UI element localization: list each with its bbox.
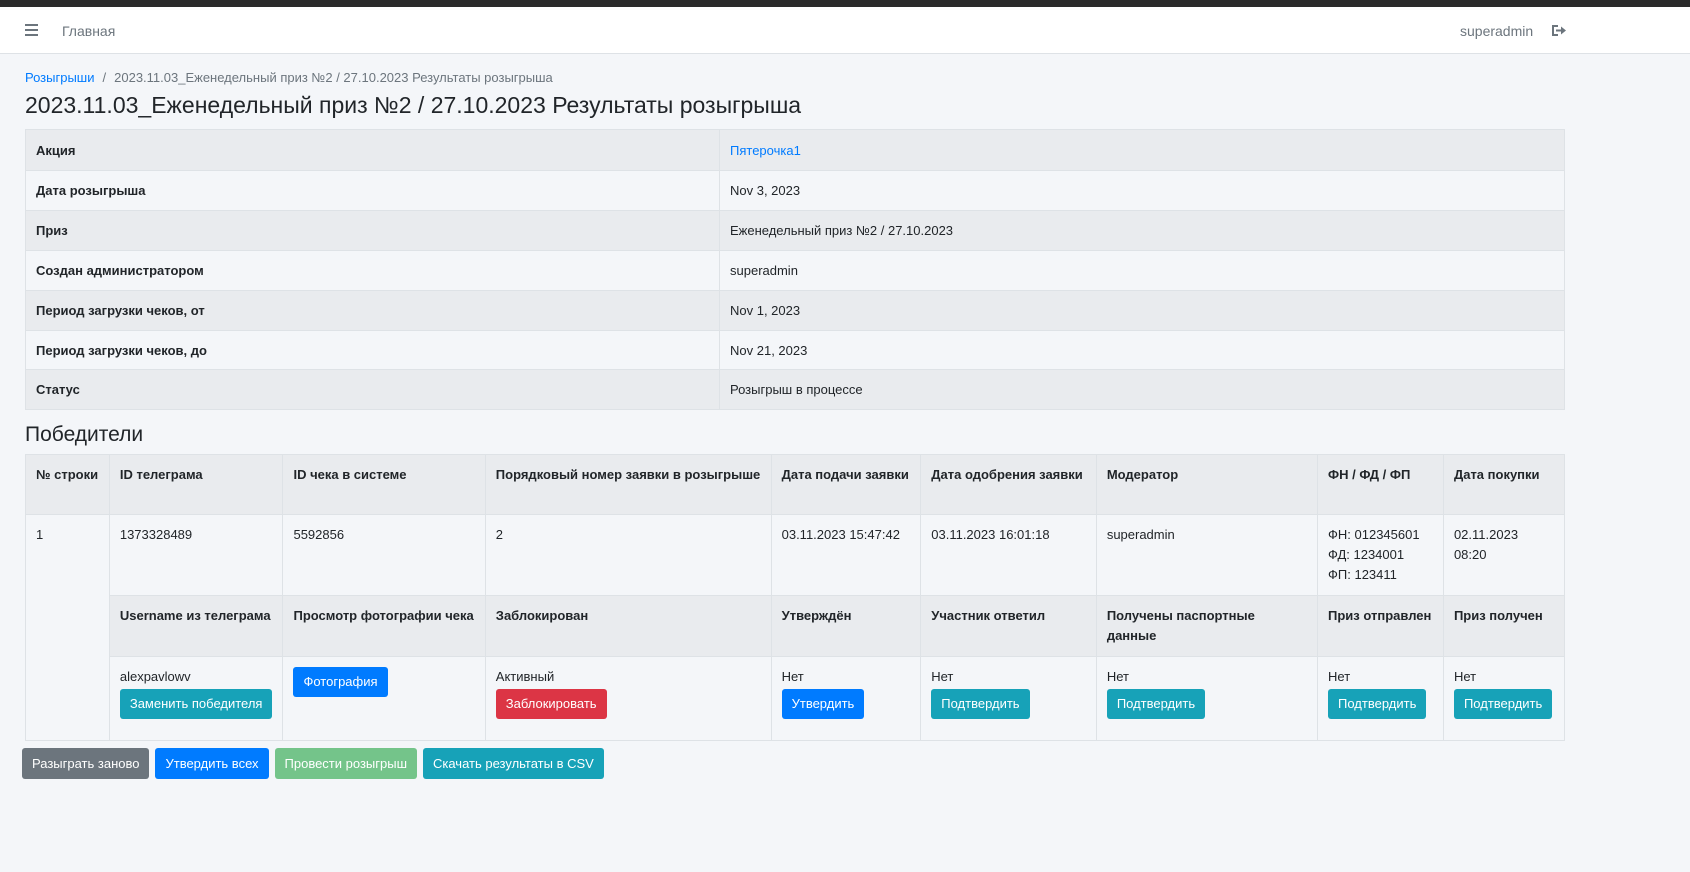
winner-fiscal: ФН: 012345601 ФД: 1234001 ФП: 123411 (1317, 514, 1444, 596)
info-row-period-to: Период загрузки чеков, до Nov 21, 2023 (25, 330, 1565, 370)
bottom-actions: Разыграть заново Утвердить всех Провести… (22, 748, 604, 779)
info-key: Статус (25, 369, 720, 410)
info-value: Еженедельный приз №2 / 27.10.2023 (719, 210, 1565, 251)
replied-value: Нет (931, 669, 954, 684)
info-value: Nov 1, 2023 (719, 290, 1565, 331)
winner-approved-cell: Нет Утвердить (770, 656, 922, 741)
breadcrumb-separator: / (102, 70, 107, 85)
col-header-approved: Утверждён (770, 595, 922, 657)
page-title: 2023.11.03_Еженедельный приз №2 / 27.10.… (25, 92, 802, 118)
col-header-blocked: Заблокирован (484, 595, 772, 657)
top-navbar: Главная superadmin (0, 7, 1690, 54)
approved-value: Нет (781, 669, 804, 684)
winner-replied-cell: Нет Подтвердить (920, 656, 1097, 741)
approve-all-button[interactable]: Утвердить всех (155, 748, 269, 779)
info-row-promo: Акция Пятерочка1 (25, 129, 1565, 171)
nav-username: superadmin (1460, 23, 1534, 39)
redraw-button[interactable]: Разыграть заново (22, 748, 150, 779)
info-key: Создан администратором (25, 250, 720, 291)
info-key: Дата розыгрыша (25, 170, 720, 211)
confirm-prize-received-button[interactable]: Подтвердить (1453, 689, 1553, 719)
col-header-submit-date: Дата подачи заявки (770, 454, 922, 515)
col-header-moderator: Модератор (1095, 454, 1319, 515)
winner-submit-date: 03.11.2023 15:47:42 (770, 514, 922, 596)
col-header-order-num: Порядковый номер заявки в розыгрыше (484, 454, 772, 515)
nav-home-link[interactable]: Главная (62, 23, 115, 39)
winner-row-num: 1 (25, 514, 110, 741)
info-row-draw-date: Дата розыгрыша Nov 3, 2023 (25, 170, 1565, 211)
breadcrumb: Розыгрыши / 2023.11.03_Еженедельный приз №… (25, 70, 553, 85)
winner-purchase-date: 02.11.2023 08:20 (1442, 514, 1566, 596)
winner-approve-date: 03.11.2023 16:01:18 (920, 514, 1097, 596)
block-button[interactable]: Заблокировать (495, 689, 607, 719)
col-header-purchase-date: Дата покупки (1442, 454, 1566, 515)
winner-check-id: 5592856 (282, 514, 486, 596)
confirm-replied-button[interactable]: Подтвердить (931, 689, 1030, 719)
window-top-strip (0, 0, 1690, 7)
info-row-status: Статус Розыгрыш в процессе (25, 369, 1565, 410)
col-header-photo: Просмотр фотографии чека (282, 595, 486, 657)
col-header-fiscal: ФН / ФД / ФП (1317, 454, 1444, 515)
download-csv-button[interactable]: Скачать результаты в CSV (423, 748, 604, 779)
approve-button[interactable]: Утвердить (781, 689, 865, 719)
col-header-replied: Участник ответил (920, 595, 1097, 657)
confirm-prize-sent-button[interactable]: Подтвердить (1328, 689, 1427, 719)
winner-prize-received-cell: Нет Подтвердить (1442, 656, 1566, 741)
info-row-period-from: Период загрузки чеков, от Nov 1, 2023 (25, 290, 1565, 331)
info-key: Период загрузки чеков, до (25, 330, 720, 370)
winner-moderator: superadmin (1095, 514, 1319, 596)
winner-fn: ФН: 012345601 (1328, 527, 1420, 542)
promo-link[interactable]: Пятерочка1 (730, 143, 801, 158)
confirm-passport-button[interactable]: Подтвердить (1106, 689, 1206, 719)
col-header-approve-date: Дата одобрения заявки (920, 454, 1097, 515)
col-header-passport: Получены паспортные данные (1095, 595, 1319, 657)
col-header-username: Username из телеграма (108, 595, 284, 657)
winner-photo-cell: Фотография (282, 656, 486, 741)
info-value: Пятерочка1 (719, 129, 1565, 171)
winner-fp: ФП: 123411 (1328, 567, 1397, 582)
col-header-telegram-id: ID телеграма (108, 454, 284, 515)
photo-button[interactable]: Фотография (293, 667, 388, 697)
hamburger-icon[interactable] (25, 24, 38, 36)
info-row-created-by: Создан администратором superadmin (25, 250, 1565, 291)
winner-status-row: alexpavlowv Заменить победителя Фотограф… (26, 656, 1566, 741)
winners-section-title: Победители (25, 423, 144, 446)
breadcrumb-current: 2023.11.03_Еженедельный приз №2 / 27.10.… (114, 70, 553, 85)
draw-info-table: Акция Пятерочка1 Дата розыгрыша Nov 3, 2… (25, 129, 1565, 410)
winner-username-cell: alexpavlowv Заменить победителя (108, 656, 284, 741)
winner-blocked-cell: Активный Заблокировать (484, 656, 772, 741)
info-value: Nov 3, 2023 (719, 170, 1565, 211)
breadcrumb-root-link[interactable]: Розыгрыши (25, 70, 95, 85)
col-header-prize-received: Приз получен (1442, 595, 1566, 657)
info-value: superadmin (719, 250, 1565, 291)
winners-subheader-row: Username из телеграма Просмотр фотографи… (26, 595, 1566, 657)
winner-row: 1 1373328489 5592856 2 03.11.2023 15:47:… (25, 514, 1566, 741)
winners-table: № строки ID телеграма ID чека в системе … (25, 454, 1566, 741)
info-key: Приз (25, 210, 720, 251)
info-row-prize: Приз Еженедельный приз №2 / 27.10.2023 (25, 210, 1565, 251)
passport-value: Нет (1106, 669, 1129, 684)
logout-icon[interactable] (1552, 24, 1566, 37)
col-header-row-num: № строки (25, 454, 110, 515)
prize-sent-value: Нет (1328, 669, 1351, 684)
info-key: Акция (25, 129, 720, 171)
winner-telegram-id: 1373328489 (108, 514, 284, 596)
info-value: Розыгрыш в процессе (719, 369, 1565, 410)
winner-passport-cell: Нет Подтвердить (1095, 656, 1319, 741)
info-key: Период загрузки чеков, от (25, 290, 720, 331)
col-header-check-id: ID чека в системе (282, 454, 486, 515)
winner-username: alexpavlowv (119, 669, 191, 684)
run-draw-button[interactable]: Провести розыгрыш (274, 748, 417, 779)
info-value: Nov 21, 2023 (719, 330, 1565, 370)
winner-order-num: 2 (484, 514, 772, 596)
winner-prize-sent-cell: Нет Подтвердить (1317, 656, 1444, 741)
col-header-prize-sent: Приз отправлен (1317, 595, 1444, 657)
replace-winner-button[interactable]: Заменить победителя (119, 689, 273, 719)
prize-received-value: Нет (1453, 669, 1477, 684)
winners-header-row: № строки ID телеграма ID чека в системе … (25, 454, 1566, 515)
winner-fd: ФД: 1234001 (1328, 547, 1405, 562)
blocked-status: Активный (495, 669, 555, 684)
